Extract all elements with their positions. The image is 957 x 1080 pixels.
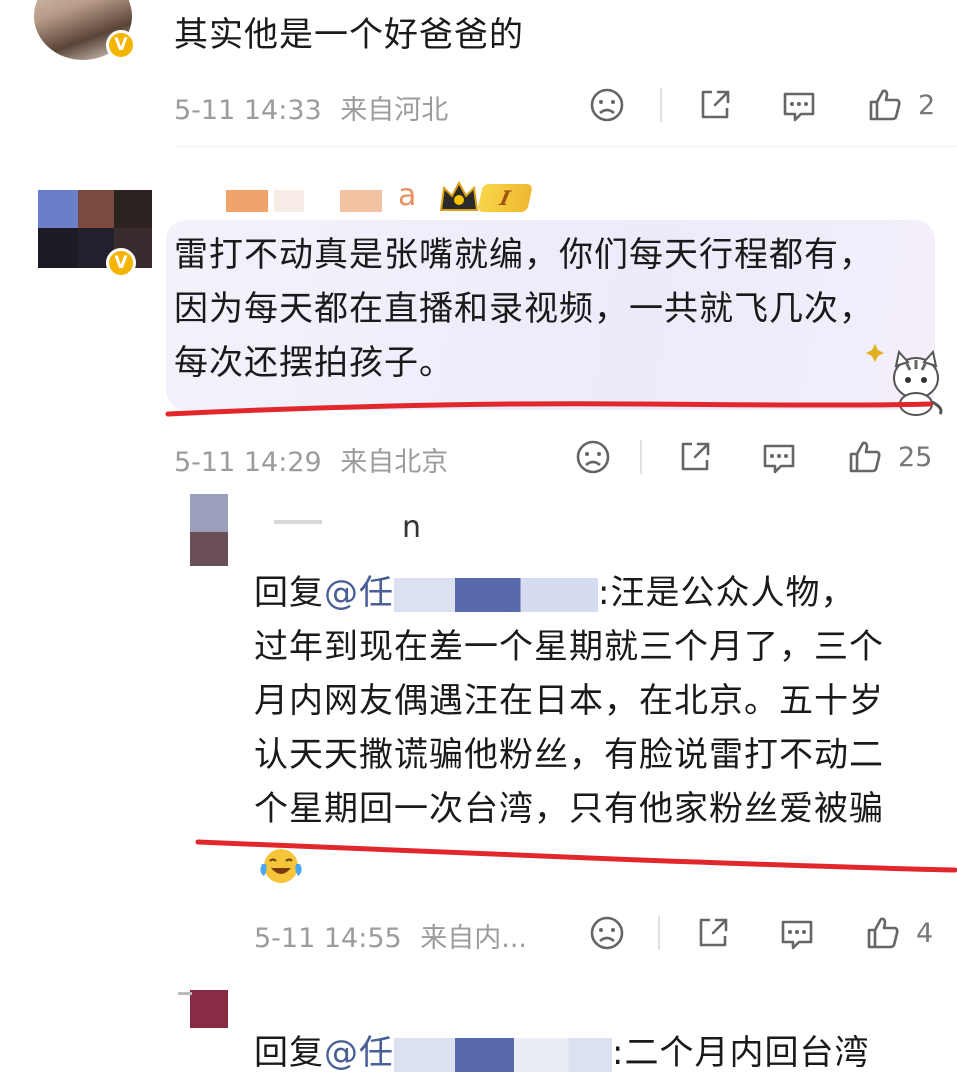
username-redacted bbox=[226, 190, 268, 212]
comment-line: 月内网友偶遇汪在日本，在北京。五十岁 bbox=[254, 681, 884, 721]
red-underline bbox=[195, 839, 957, 873]
like-icon[interactable] bbox=[864, 914, 902, 952]
reply-prefix: 回复 bbox=[254, 573, 324, 613]
level-badge-label: I bbox=[497, 186, 513, 210]
level-badge: I bbox=[477, 184, 533, 212]
username-tail: n bbox=[402, 510, 422, 545]
comment-actions: 4 bbox=[588, 914, 933, 952]
red-underline bbox=[165, 401, 933, 417]
comment-time: 5-11 14:55 bbox=[254, 923, 402, 954]
reply-content: :二个月内回台湾 bbox=[612, 1033, 870, 1073]
avatar[interactable] bbox=[190, 990, 228, 1028]
share-icon[interactable] bbox=[694, 914, 732, 952]
mention-redacted bbox=[394, 1037, 612, 1072]
comment-actions: 2 bbox=[588, 86, 935, 124]
comment-location: 来自河北 bbox=[340, 95, 449, 126]
comment-actions: 25 bbox=[574, 438, 932, 476]
divider bbox=[640, 440, 642, 474]
like-count: 4 bbox=[916, 917, 934, 949]
verified-badge-icon: V bbox=[106, 248, 136, 278]
comment-meta: 5-11 14:33 来自河北 bbox=[174, 88, 448, 127]
comment-text: 雷打不动真是张嘴就编，你们每天行程都有， 因为每天都在直播和录视频，一共就飞几次… bbox=[174, 228, 874, 390]
mention-link[interactable]: @任 bbox=[324, 573, 394, 613]
comment-line: :汪是公众人物， bbox=[598, 573, 856, 613]
divider bbox=[658, 916, 660, 950]
reply-text: 回复@任 :汪是公众人物， 过年到现在差一个星期就三个月了，三个 月内网友偶遇汪在… bbox=[254, 566, 884, 836]
comment-meta: 5-11 14:29 来自北京 bbox=[174, 440, 448, 479]
sad-face-icon[interactable] bbox=[588, 914, 626, 952]
laugh-cry-emoji-icon bbox=[258, 846, 304, 890]
username-redacted bbox=[178, 992, 192, 995]
mention-redacted bbox=[394, 577, 598, 612]
comment-icon[interactable] bbox=[778, 914, 816, 952]
comment-location: 来自内... bbox=[420, 923, 528, 954]
username-redacted bbox=[340, 190, 382, 212]
comment-line: 雷打不动真是张嘴就编，你们每天行程都有， bbox=[174, 235, 874, 275]
reply-text: 回复@任 :二个月内回台湾 bbox=[254, 1026, 869, 1080]
comment-time: 5-11 14:29 bbox=[174, 447, 322, 478]
username-redacted bbox=[274, 520, 322, 524]
comment-meta: 5-11 14:55 来自内... bbox=[254, 916, 527, 955]
avatar[interactable] bbox=[38, 190, 152, 268]
username-tail: a bbox=[398, 178, 417, 213]
divider bbox=[660, 88, 662, 122]
like-count: 2 bbox=[918, 89, 936, 121]
comment-text: 其实他是一个好爸爸的 bbox=[174, 15, 524, 55]
reply-prefix: 回复 bbox=[254, 1033, 324, 1073]
mention-link[interactable]: @任 bbox=[324, 1033, 394, 1073]
comment-icon[interactable] bbox=[780, 86, 818, 124]
sad-face-icon[interactable] bbox=[588, 86, 626, 124]
comment-icon[interactable] bbox=[760, 438, 798, 476]
like-count: 25 bbox=[898, 441, 933, 473]
comment-line: 每次还摆拍孩子。 bbox=[174, 343, 454, 383]
like-icon[interactable] bbox=[866, 86, 904, 124]
comment-location: 来自北京 bbox=[340, 447, 449, 478]
comment-line: 个星期回一次台湾，只有他家粉丝爱被骗 bbox=[254, 789, 884, 829]
comment-time: 5-11 14:33 bbox=[174, 95, 322, 126]
crown-icon bbox=[438, 180, 480, 218]
verified-badge-icon: V bbox=[106, 30, 136, 60]
reply-line-1: 回复@任 :汪是公众人物， bbox=[254, 566, 884, 620]
divider-line bbox=[174, 146, 957, 147]
like-icon[interactable] bbox=[846, 438, 884, 476]
share-icon[interactable] bbox=[676, 438, 714, 476]
share-icon[interactable] bbox=[696, 86, 734, 124]
avatar[interactable] bbox=[190, 494, 228, 566]
comment-line: 因为每天都在直播和录视频，一共就飞几次， bbox=[174, 289, 874, 329]
comment-line: 过年到现在差一个星期就三个月了，三个 bbox=[254, 627, 884, 667]
comment-line: 认天天撒谎骗他粉丝，有脸说雷打不动二 bbox=[254, 735, 884, 775]
sad-face-icon[interactable] bbox=[574, 438, 612, 476]
username-redacted bbox=[274, 190, 304, 212]
